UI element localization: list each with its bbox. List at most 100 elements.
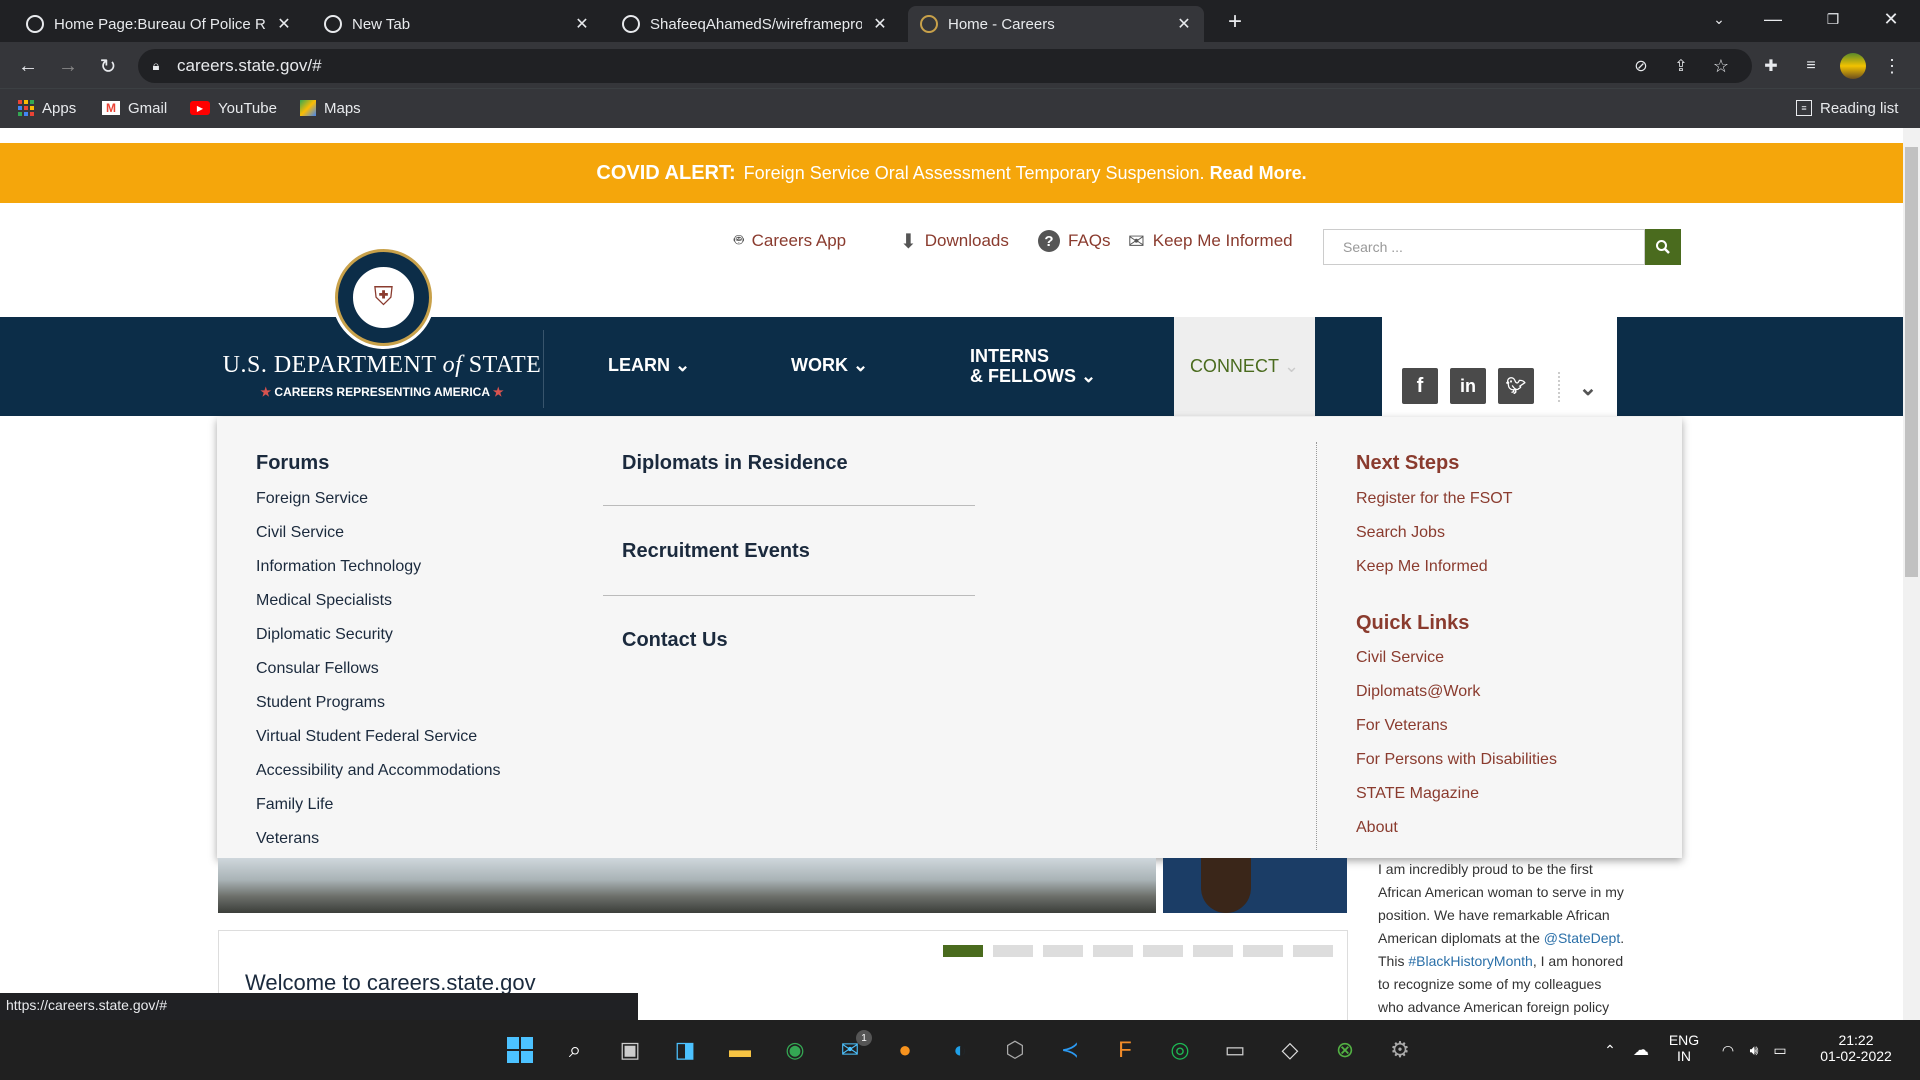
contact-us-link[interactable]: Contact Us bbox=[622, 629, 728, 652]
forums-heading[interactable]: Forums bbox=[256, 452, 329, 475]
clock[interactable]: 21:22 01-02-2022 bbox=[1806, 1032, 1906, 1064]
forums-menu-item[interactable]: Consular Fellows bbox=[256, 660, 379, 678]
faqs-link[interactable]: ? FAQs bbox=[1038, 229, 1111, 253]
xbox-icon[interactable]: ⊗ bbox=[1327, 1032, 1363, 1068]
nav-connect[interactable]: CONNECT ⌄ bbox=[1174, 317, 1315, 416]
language-indicator[interactable]: ENG IN bbox=[1666, 1032, 1702, 1064]
reload-icon[interactable]: ↻ bbox=[94, 52, 122, 80]
close-icon[interactable]: ✕ bbox=[276, 14, 292, 34]
forums-menu-item[interactable]: Diplomatic Security bbox=[256, 626, 393, 644]
profile-avatar[interactable] bbox=[1840, 53, 1866, 79]
share-icon[interactable]: ⇪ bbox=[1670, 55, 1692, 77]
settings-gear-icon[interactable]: ⚙ bbox=[1382, 1032, 1418, 1068]
diplomat-photo[interactable] bbox=[1163, 858, 1347, 913]
more-menu-icon[interactable]: ⋮ bbox=[1883, 55, 1901, 77]
quick-links-menu-item[interactable]: STATE Magazine bbox=[1356, 785, 1479, 803]
carousel-dot[interactable] bbox=[1243, 945, 1283, 957]
tab-search-icon[interactable]: ⌄ bbox=[1708, 8, 1730, 30]
forums-menu-item[interactable]: Information Technology bbox=[256, 558, 421, 576]
hashtag-link[interactable]: #BlackHistoryMonth bbox=[1408, 953, 1533, 969]
brand-name[interactable]: U.S. DEPARTMENT of STATE bbox=[222, 352, 542, 379]
eye-off-icon[interactable]: ⊘ bbox=[1630, 55, 1652, 77]
quick-links-menu-item[interactable]: Diplomats@Work bbox=[1356, 683, 1480, 701]
extensions-icon[interactable]: ✚ bbox=[1760, 55, 1782, 77]
keep-informed-link[interactable]: ✉ Keep Me Informed bbox=[1128, 229, 1293, 253]
search-input[interactable]: Search ... bbox=[1323, 229, 1645, 265]
recruitment-events-link[interactable]: Recruitment Events bbox=[622, 540, 810, 563]
linkedin-icon[interactable]: in bbox=[1450, 368, 1486, 404]
bookmark-gmail[interactable]: M Gmail bbox=[102, 97, 167, 119]
tab-police-research[interactable]: Home Page:Bureau Of Police Res ✕ bbox=[14, 6, 304, 42]
terminal-icon[interactable]: ▭ bbox=[1217, 1032, 1253, 1068]
quick-links-menu-item[interactable]: For Veterans bbox=[1356, 717, 1448, 735]
read-more-link[interactable]: Read More. bbox=[1210, 163, 1307, 184]
chevron-up-icon[interactable]: ⌃ bbox=[1600, 1040, 1620, 1060]
forums-menu-item[interactable]: Virtual Student Federal Service bbox=[256, 728, 477, 746]
lock-icon[interactable]: 🔒︎ bbox=[148, 57, 164, 75]
hero-image[interactable] bbox=[218, 858, 1156, 913]
downloads-link[interactable]: ⬇ Downloads bbox=[900, 229, 1009, 253]
next-steps-menu-item[interactable]: Search Jobs bbox=[1356, 524, 1445, 542]
carousel-dot[interactable] bbox=[993, 945, 1033, 957]
forums-menu-item[interactable]: Civil Service bbox=[256, 524, 344, 542]
minimize-icon[interactable]: — bbox=[1762, 8, 1784, 30]
battery-icon[interactable]: ▭ bbox=[1770, 1040, 1790, 1060]
file-explorer-icon[interactable]: ▬ bbox=[722, 1032, 758, 1068]
bookmark-apps[interactable]: Apps bbox=[18, 97, 76, 119]
tab-github[interactable]: ShafeeqAhamedS/wireframeproj ✕ bbox=[610, 6, 900, 42]
twitter-icon[interactable]: 🐦︎ bbox=[1498, 368, 1534, 404]
forums-menu-item[interactable]: Foreign Service bbox=[256, 490, 368, 508]
forums-menu-item[interactable]: Veterans bbox=[256, 830, 319, 848]
close-icon[interactable]: ✕ bbox=[872, 14, 888, 34]
carousel-dot[interactable] bbox=[1043, 945, 1083, 957]
search-icon[interactable]: ⌕ bbox=[557, 1032, 593, 1068]
forums-menu-item[interactable]: Medical Specialists bbox=[256, 592, 392, 610]
statedept-link[interactable]: @StateDept bbox=[1544, 930, 1620, 946]
quick-links-menu-item[interactable]: About bbox=[1356, 819, 1398, 837]
facebook-icon[interactable]: f bbox=[1402, 368, 1438, 404]
vscode-icon[interactable]: ≺ bbox=[1052, 1032, 1088, 1068]
tab-new-tab[interactable]: New Tab ✕ bbox=[312, 6, 602, 42]
forums-menu-item[interactable]: Family Life bbox=[256, 796, 333, 814]
wifi-icon[interactable]: ◠ bbox=[1718, 1040, 1738, 1060]
task-view-icon[interactable]: ▣ bbox=[612, 1032, 648, 1068]
nav-interns-fellows[interactable]: INTERNS & FELLOWS ⌄ bbox=[970, 346, 1096, 386]
forums-menu-item[interactable]: Accessibility and Accommodations bbox=[256, 762, 501, 780]
chevron-down-icon[interactable]: ⌄ bbox=[1576, 375, 1600, 400]
close-icon[interactable]: ✕ bbox=[574, 14, 590, 34]
forward-icon[interactable]: → bbox=[54, 52, 82, 80]
onedrive-cloud-icon[interactable]: ☁ bbox=[1630, 1040, 1652, 1060]
bookmark-youtube[interactable]: ▶ YouTube bbox=[190, 97, 277, 119]
spotify-icon[interactable]: ◎ bbox=[1162, 1032, 1198, 1068]
carousel-dot[interactable] bbox=[1093, 945, 1133, 957]
windows-start-icon[interactable] bbox=[502, 1032, 538, 1068]
volume-icon[interactable]: 🔊︎ bbox=[1744, 1040, 1764, 1060]
widgets-icon[interactable]: ◨ bbox=[667, 1032, 703, 1068]
search-button[interactable] bbox=[1645, 229, 1681, 265]
framer-icon[interactable]: F bbox=[1107, 1032, 1143, 1068]
star-icon[interactable]: ☆ bbox=[1710, 55, 1732, 77]
unity-icon[interactable]: ⬡ bbox=[997, 1032, 1033, 1068]
carousel-dot[interactable] bbox=[1193, 945, 1233, 957]
nav-learn[interactable]: LEARN ⌄ bbox=[608, 355, 690, 375]
window-close-icon[interactable]: ✕ bbox=[1880, 8, 1902, 30]
chrome-icon[interactable]: ◉ bbox=[777, 1032, 813, 1068]
carousel-dot[interactable] bbox=[1293, 945, 1333, 957]
scrollbar-thumb[interactable] bbox=[1905, 147, 1918, 577]
diplomats-in-residence-link[interactable]: Diplomats in Residence bbox=[622, 452, 848, 475]
quick-links-menu-item[interactable]: For Persons with Disabilities bbox=[1356, 751, 1557, 769]
quick-links-menu-item[interactable]: Civil Service bbox=[1356, 649, 1444, 667]
media-queue-icon[interactable]: ≡ bbox=[1800, 55, 1822, 77]
carousel-dot[interactable] bbox=[1143, 945, 1183, 957]
url-text[interactable]: careers.state.gov/# bbox=[177, 56, 322, 76]
close-icon[interactable]: ✕ bbox=[1176, 14, 1192, 34]
forums-menu-item[interactable]: Student Programs bbox=[256, 694, 385, 712]
3d-viewer-icon[interactable]: ◇ bbox=[1272, 1032, 1308, 1068]
nav-work[interactable]: WORK ⌄ bbox=[791, 355, 868, 375]
new-tab-button[interactable]: + bbox=[1222, 8, 1248, 35]
covid-alert-banner[interactable]: COVID ALERT: Foreign Service Oral Assess… bbox=[0, 143, 1903, 203]
address-bar[interactable] bbox=[138, 49, 1752, 83]
restore-icon[interactable]: ❐ bbox=[1822, 8, 1844, 30]
app-icon[interactable]: ● bbox=[887, 1032, 923, 1068]
edge-icon[interactable]: ◐ bbox=[942, 1032, 978, 1068]
